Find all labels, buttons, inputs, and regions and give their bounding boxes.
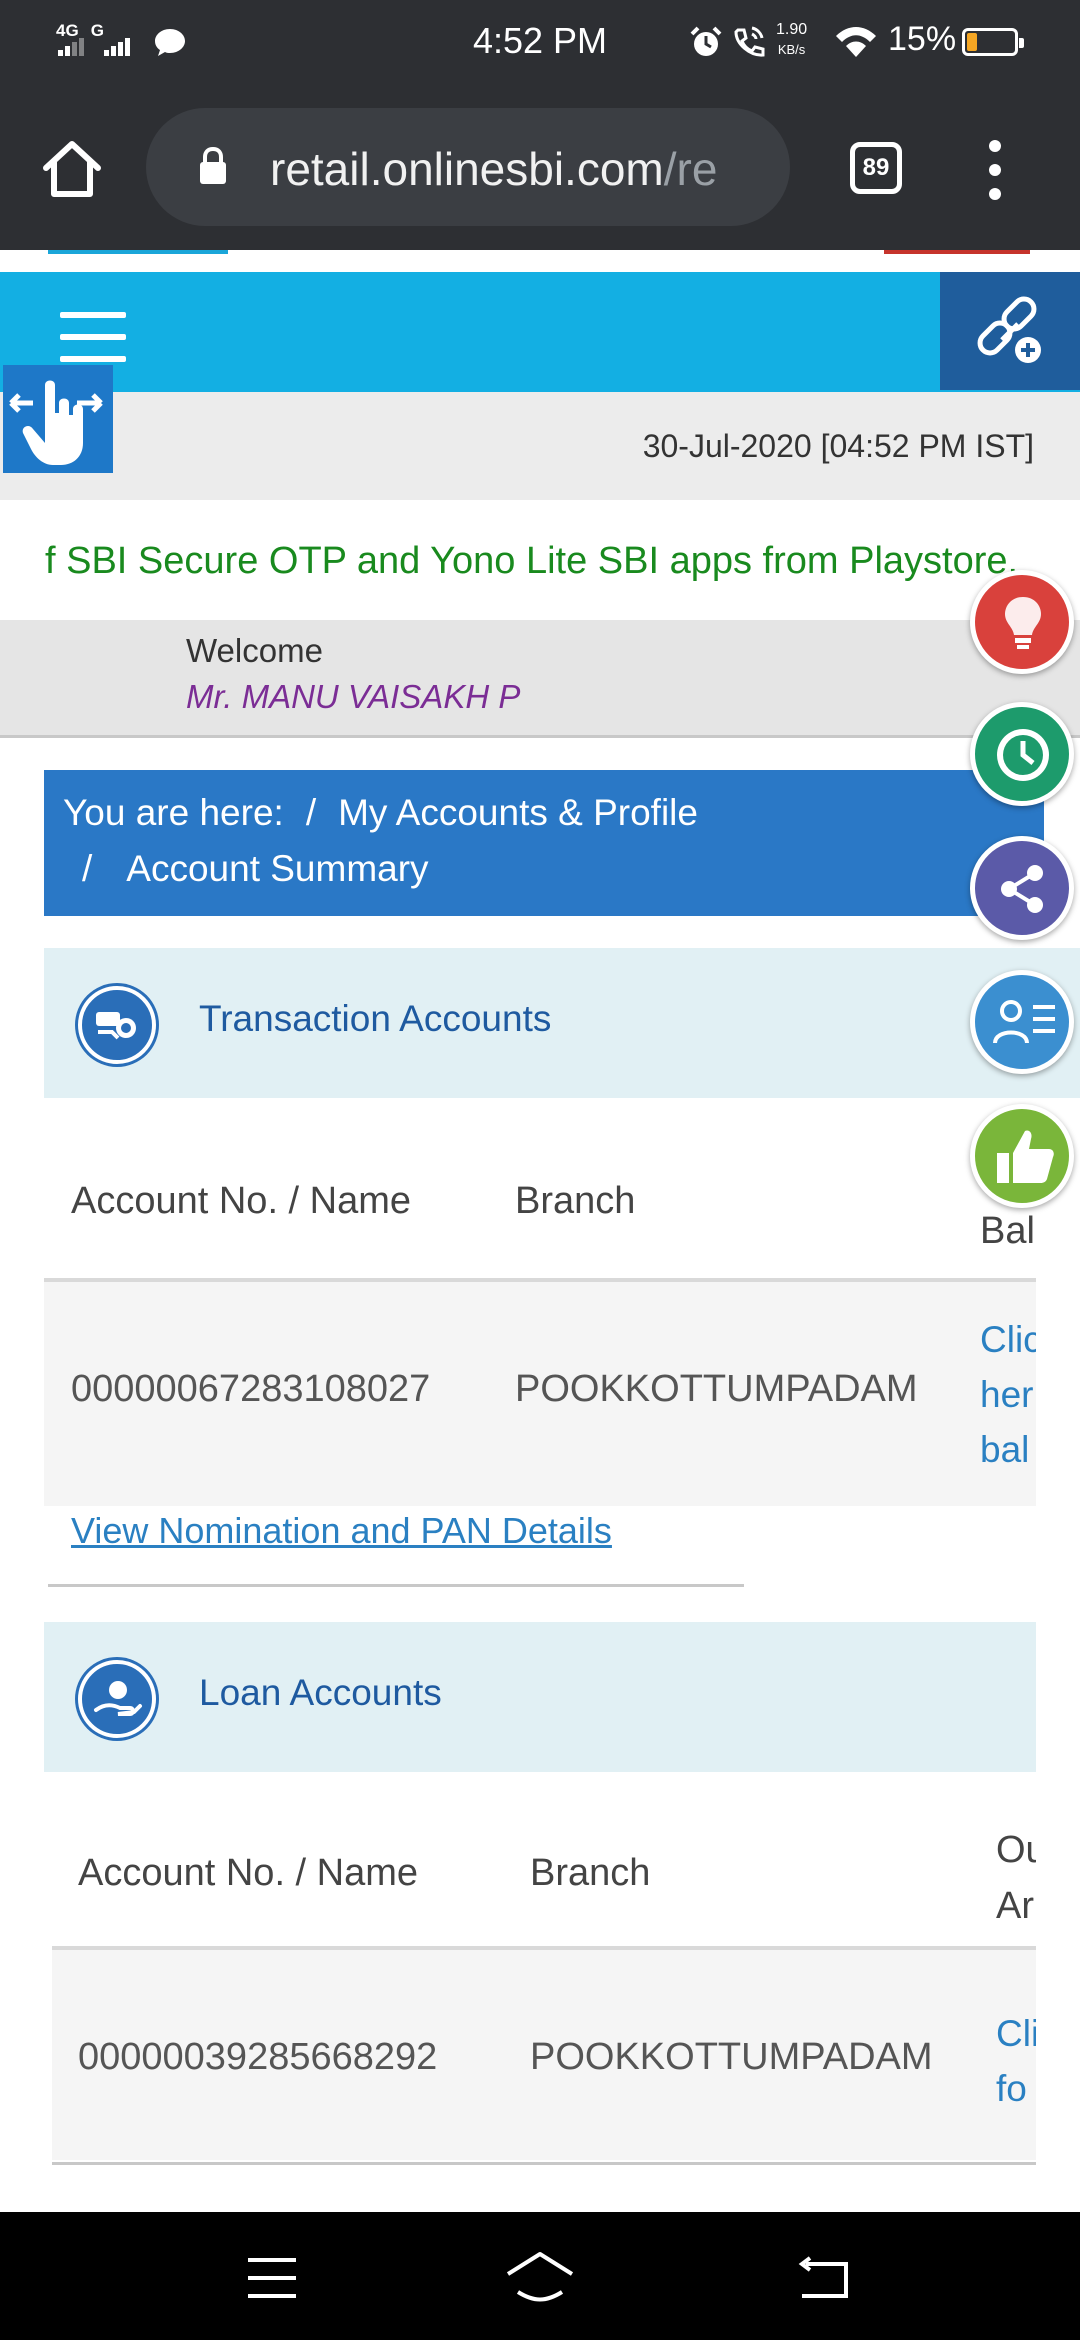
web-page: 30-Jul-2020 [04:52 PM IST] f SBI Secure … — [0, 250, 1080, 2212]
back-icon[interactable] — [796, 2256, 852, 2300]
col-loan-branch: Branch — [530, 1852, 651, 1894]
breadcrumb: You are here: / My Accounts & Profile / Acc… — [44, 770, 1044, 916]
transaction-accounts-section: Transaction Accounts Account No. / Name … — [44, 948, 1080, 1598]
transaction-icon — [78, 986, 156, 1064]
date-row: 30-Jul-2020 [04:52 PM IST] — [0, 392, 1080, 500]
user-name: Mr. MANU VAISAKH P — [186, 678, 521, 715]
breadcrumb-separator: / — [305, 792, 317, 833]
overflow-menu-icon[interactable] — [980, 140, 1010, 200]
system-navigation-bar — [0, 2212, 1080, 2340]
loan-accounts-header: Loan Accounts — [44, 1622, 1080, 1772]
transaction-accounts-header: Transaction Accounts — [44, 948, 1080, 1098]
breadcrumb-my-accounts[interactable]: My Accounts & Profile — [338, 792, 698, 833]
wifi-calling-icon — [734, 26, 765, 57]
thumbs-up-icon — [997, 1130, 1054, 1183]
history-float-button[interactable] — [970, 702, 1074, 806]
loan-account-number: 00000039285668292 — [78, 2036, 438, 2078]
gesture-toggle-button[interactable] — [3, 365, 113, 473]
data-speed: 1.90 KB/s — [776, 20, 807, 60]
url-bar[interactable]: retail.onlinesbi.com/re — [146, 108, 790, 226]
clipped-header-strip — [0, 250, 1080, 272]
alarm-icon — [690, 26, 722, 56]
current-datetime: 30-Jul-2020 [04:52 PM IST] — [642, 428, 1034, 464]
url-text: retail.onlinesbi.com/re — [270, 142, 717, 196]
lock-icon — [200, 146, 226, 184]
col-branch: Branch — [515, 1180, 636, 1222]
breadcrumb-separator-2: / — [82, 848, 93, 889]
loan-accounts-title: Loan Accounts — [199, 1672, 442, 1713]
profile-list-icon — [993, 1000, 1055, 1044]
welcome-panel: Welcome Mr. MANU VAISAKH P — [0, 620, 1080, 738]
col-loan-account-name: Account No. / Name — [78, 1852, 419, 1894]
breadcrumb-prefix: You are here: — [63, 792, 284, 833]
view-outstanding-link[interactable]: Cli fo — [996, 2006, 1039, 2116]
home-icon[interactable] — [40, 138, 104, 200]
speed-unit: KB/s — [777, 42, 806, 57]
link-add-icon — [977, 296, 1041, 363]
breadcrumb-account-summary: Account Summary — [126, 848, 429, 889]
ticker-text: f SBI Secure OTP and Yono Lite SBI apps … — [45, 540, 1019, 582]
url-path: /re — [663, 143, 718, 195]
view-balance-link[interactable]: Clic her bal — [980, 1312, 1042, 1477]
announcement-ticker: f SBI Secure OTP and Yono Lite SBI apps … — [0, 500, 1080, 620]
speed-value: 1.90 — [776, 21, 808, 38]
browser-toolbar: retail.onlinesbi.com/re 89 — [0, 84, 1080, 250]
hamburger-menu-icon[interactable] — [60, 312, 126, 362]
battery-percent: 15% — [888, 20, 957, 58]
battery-icon — [962, 28, 1024, 56]
feedback-float-button[interactable] — [970, 1104, 1074, 1208]
home-nav-icon[interactable] — [504, 2250, 576, 2304]
branch-name: POOKKOTTUMPADAM — [515, 1368, 918, 1410]
account-number: 00000067283108027 — [71, 1368, 431, 1410]
url-domain: retail.onlinesbi.com — [270, 143, 664, 195]
tab-switcher-button[interactable]: 89 — [850, 142, 902, 194]
status-bar: 4G G 4:52 PM 1.90 KB/s 15% — [0, 0, 1080, 84]
site-nav-bar — [0, 272, 1080, 392]
lightbulb-float-button[interactable] — [970, 570, 1074, 674]
transaction-accounts-title: Transaction Accounts — [199, 998, 552, 1039]
share-float-button[interactable] — [970, 836, 1074, 940]
lightbulb-icon — [1005, 597, 1041, 649]
history-icon — [997, 729, 1049, 781]
loan-branch-name: POOKKOTTUMPADAM — [530, 2036, 933, 2078]
profile-float-button[interactable] — [970, 970, 1074, 1074]
col-balance: Bal — [980, 1210, 1035, 1252]
share-icon — [1001, 865, 1043, 913]
swipe-hand-icon — [9, 380, 103, 465]
view-nomination-pan-link[interactable]: View Nomination and PAN Details — [71, 1510, 612, 1552]
welcome-label: Welcome — [186, 632, 323, 669]
wifi-icon — [836, 27, 876, 57]
loan-icon — [78, 1660, 156, 1738]
quick-link-button[interactable] — [940, 272, 1080, 390]
loan-accounts-section: Loan Accounts Account No. / Name Branch … — [44, 1622, 1080, 2212]
recent-apps-icon[interactable] — [244, 2256, 300, 2300]
col-account-name: Account No. / Name — [71, 1180, 412, 1222]
